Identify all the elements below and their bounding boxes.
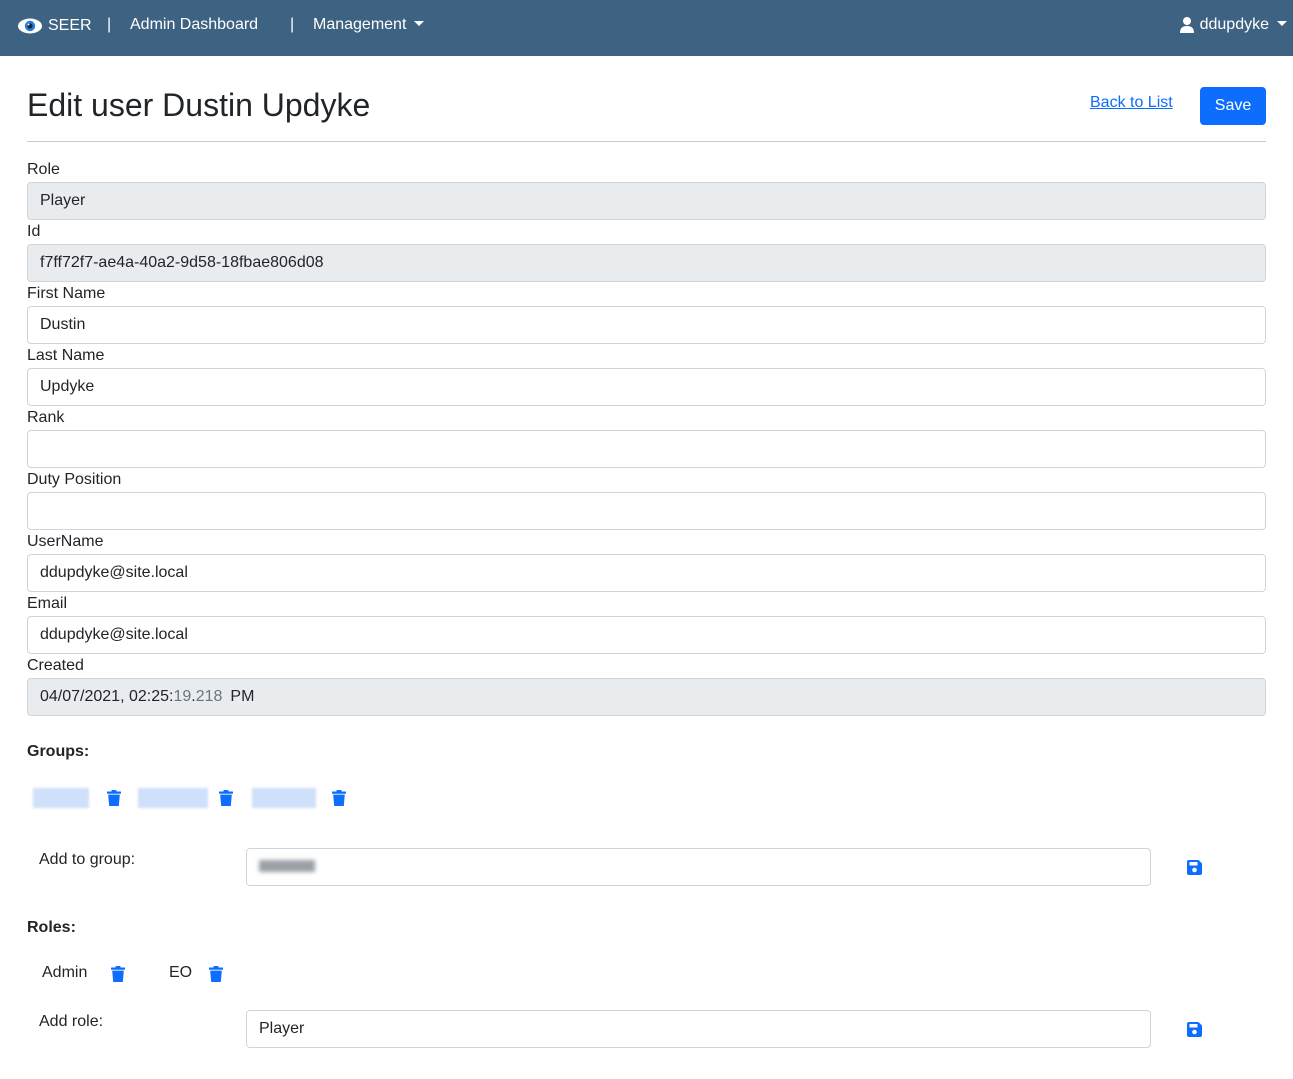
- username-label: ddupdyke: [1199, 16, 1269, 33]
- trash-icon[interactable]: [219, 790, 233, 806]
- user-icon: [1179, 17, 1194, 33]
- top-navbar: SEER | Admin Dashboard | Management ddup…: [0, 0, 1293, 56]
- last-name-label: Last Name: [27, 347, 105, 364]
- trash-icon[interactable]: [209, 966, 223, 982]
- groups-heading: Groups:: [27, 743, 90, 760]
- created-seconds: 19: [173, 688, 192, 705]
- duty-position-label: Duty Position: [27, 471, 122, 488]
- management-dropdown[interactable]: Management: [313, 16, 425, 34]
- add-role-input[interactable]: [246, 1010, 1151, 1048]
- eye-icon: [18, 18, 42, 34]
- role-item: EO: [169, 964, 193, 981]
- trash-icon[interactable]: [107, 790, 121, 806]
- redacted-group-value: [259, 860, 315, 872]
- last-name-input[interactable]: [27, 368, 1266, 406]
- group-name-redacted: [138, 788, 208, 808]
- rank-label: Rank: [27, 409, 65, 426]
- created-field: 04/07/2021, 02:25: 19. 218 PM: [27, 678, 1266, 716]
- group-name-redacted: [33, 788, 89, 808]
- user-menu[interactable]: ddupdyke: [1179, 16, 1287, 34]
- rank-input[interactable]: [27, 430, 1266, 468]
- divider: [27, 141, 1266, 142]
- created-date: 04/07/2021, 02:25:: [40, 688, 174, 705]
- brand-link[interactable]: SEER: [17, 15, 92, 37]
- id-field: [27, 244, 1266, 282]
- username-input[interactable]: [27, 554, 1266, 592]
- page-title: Edit user Dustin Updyke: [27, 87, 371, 123]
- caret-down-icon: [414, 20, 425, 26]
- nav-separator: |: [107, 16, 112, 33]
- management-label: Management: [313, 16, 407, 33]
- role-field: [27, 182, 1266, 220]
- trash-icon[interactable]: [111, 966, 125, 982]
- save-button[interactable]: Save: [1200, 87, 1266, 125]
- email-label: Email: [27, 595, 68, 612]
- created-millis: 218: [195, 688, 223, 705]
- email-input[interactable]: [27, 616, 1266, 654]
- admin-dashboard-link[interactable]: Admin Dashboard: [130, 16, 258, 34]
- add-role-label: Add role:: [39, 1013, 104, 1030]
- first-name-label: First Name: [27, 285, 106, 302]
- created-ampm: PM: [230, 688, 255, 705]
- add-to-group-label: Add to group:: [39, 851, 136, 868]
- duty-position-input[interactable]: [27, 492, 1266, 530]
- role-item: Admin: [42, 964, 88, 981]
- roles-heading: Roles:: [27, 919, 76, 936]
- username-label: UserName: [27, 533, 104, 550]
- add-to-group-input[interactable]: [246, 848, 1151, 886]
- caret-down-icon: [1277, 21, 1287, 26]
- created-label: Created: [27, 657, 84, 674]
- back-to-list-link[interactable]: Back to List: [1090, 94, 1173, 112]
- first-name-input[interactable]: [27, 306, 1266, 344]
- group-name-redacted: [252, 788, 316, 808]
- brand-name: SEER: [48, 17, 92, 34]
- nav-separator: |: [290, 16, 295, 33]
- role-label: Role: [27, 161, 60, 178]
- trash-icon[interactable]: [332, 790, 346, 806]
- floppy-disk-icon[interactable]: [1187, 1022, 1202, 1037]
- id-label: Id: [27, 223, 41, 240]
- floppy-disk-icon[interactable]: [1187, 860, 1202, 875]
